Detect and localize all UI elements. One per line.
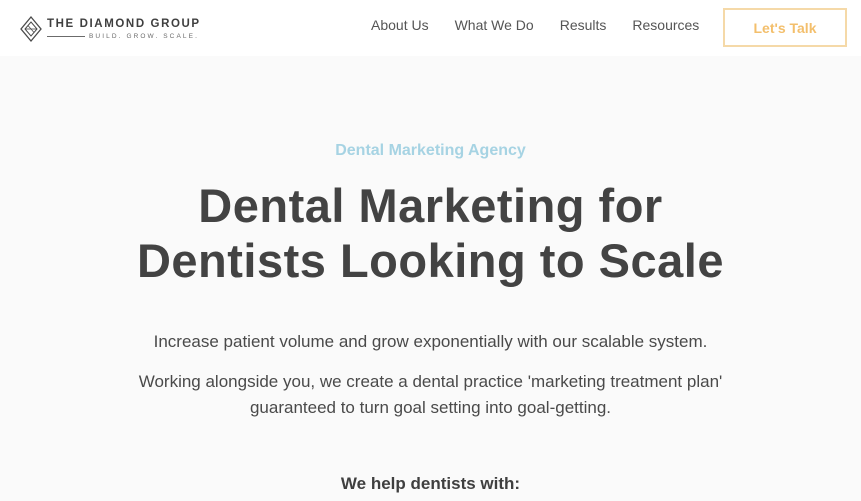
hero-body-line-1: Working alongside you, we create a denta… bbox=[138, 372, 723, 391]
hero-headline-line-1: Dental Marketing for bbox=[198, 179, 663, 232]
lets-talk-button[interactable]: Let's Talk bbox=[723, 8, 847, 47]
logo-divider bbox=[47, 36, 85, 37]
hero-subline: Increase patient volume and grow exponen… bbox=[153, 332, 708, 351]
logo-tagline-row: BUILD. GROW. SCALE. bbox=[47, 33, 201, 41]
site-header: THE DIAMOND GROUP BUILD. GROW. SCALE. Ab… bbox=[0, 0, 861, 56]
diamond-logo-icon bbox=[19, 15, 43, 43]
nav-item-resources[interactable]: Resources bbox=[632, 17, 699, 33]
hero-headline: Dental Marketing for Dentists Looking to… bbox=[0, 178, 861, 288]
hero-body-line-2: guaranteed to turn goal setting into goa… bbox=[249, 398, 612, 417]
nav-item-what-we-do[interactable]: What We Do bbox=[455, 17, 534, 33]
nav-item-about-us[interactable]: About Us bbox=[371, 17, 429, 33]
logo-tagline: BUILD. GROW. SCALE. bbox=[89, 32, 199, 40]
nav-item-results[interactable]: Results bbox=[560, 17, 607, 33]
main-nav: About Us What We Do Results Resources bbox=[371, 17, 699, 33]
hero-eyebrow: Dental Marketing Agency bbox=[335, 142, 526, 159]
hero-headline-line-2: Dentists Looking to Scale bbox=[136, 234, 725, 287]
hero-body: Working alongside you, we create a denta… bbox=[0, 369, 861, 421]
logo-text: THE DIAMOND GROUP BUILD. GROW. SCALE. bbox=[47, 18, 201, 41]
site-logo[interactable]: THE DIAMOND GROUP BUILD. GROW. SCALE. bbox=[19, 15, 201, 43]
hero-section: Dental Marketing Agency Dental Marketing… bbox=[0, 56, 861, 501]
logo-title: THE DIAMOND GROUP bbox=[47, 17, 201, 30]
help-heading: We help dentists with: bbox=[340, 474, 521, 493]
